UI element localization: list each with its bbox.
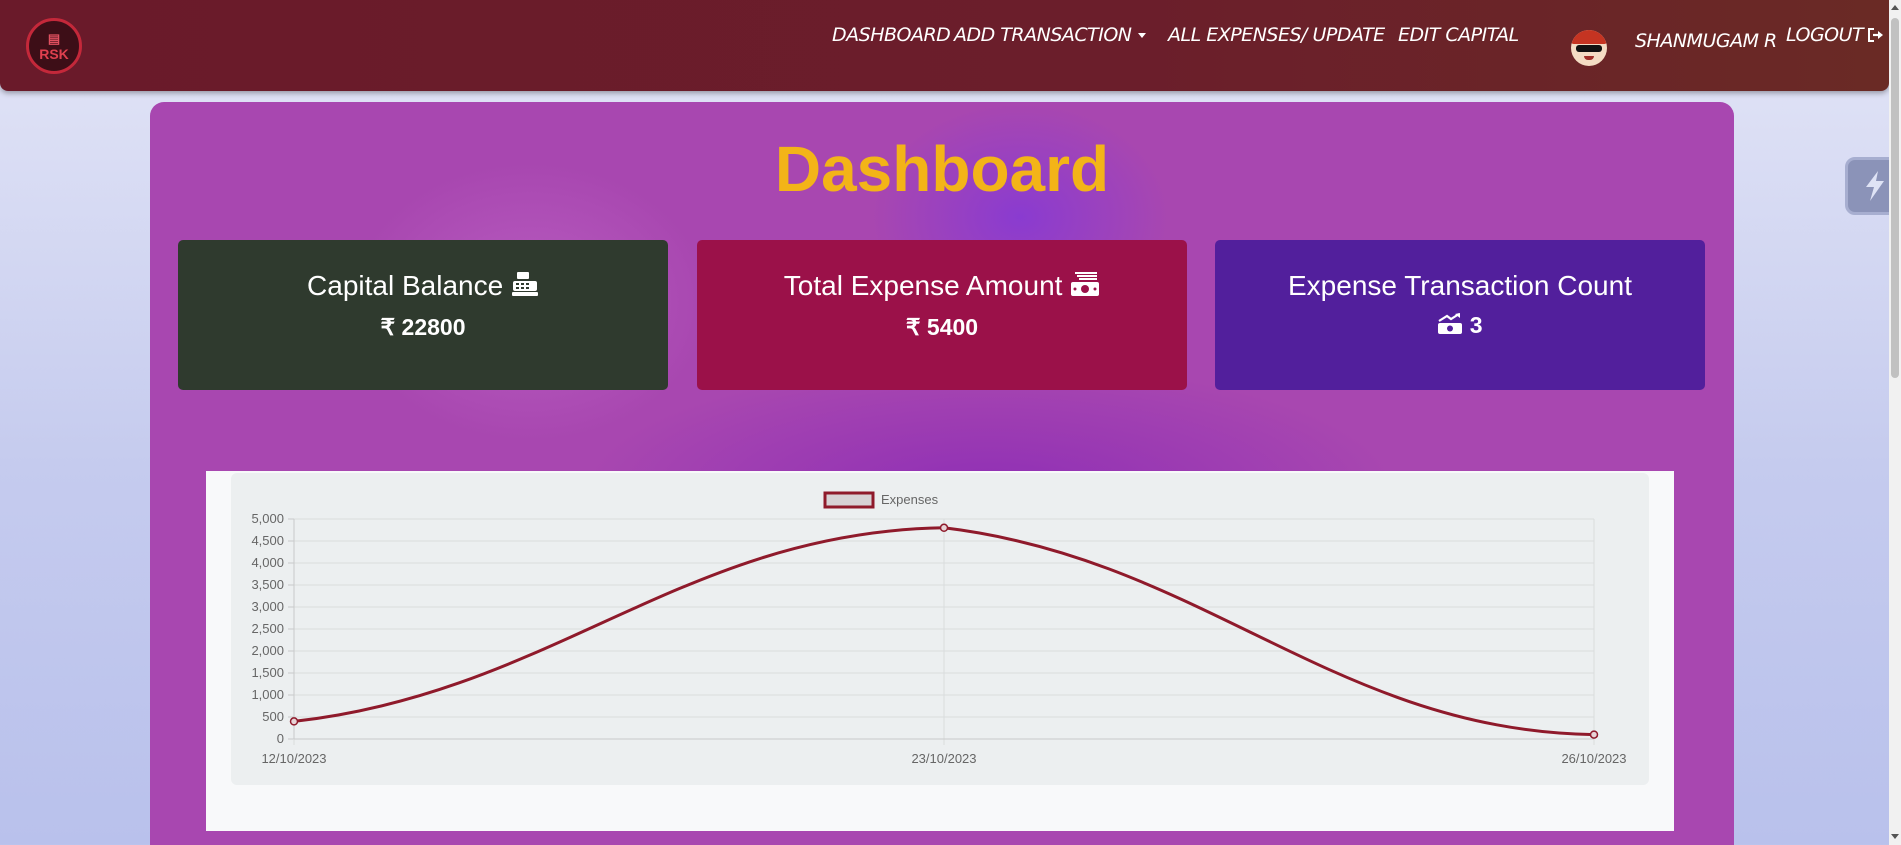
legend-label: Expenses [881,492,939,507]
nav-all-expenses[interactable]: All Expenses/ Update [1168,24,1385,46]
logout-label: Logout [1786,24,1864,46]
y-tick-label: 4,500 [251,533,284,548]
y-tick-label: 5,000 [251,511,284,526]
nav-add-transaction[interactable]: Add Transaction [954,24,1146,46]
scroll-down-arrow-icon[interactable] [1891,834,1899,839]
caret-down-icon [1137,33,1146,38]
total-expense-value: ₹ 5400 [905,314,979,341]
expenses-chart: 0 500 1,000 1,500 2,000 2,500 3,000 3,500 4,000 4… [231,473,1649,785]
total-expense-card: Total Expense Amount ₹ 5400 [697,240,1187,390]
transaction-count-value-row: 3 [1215,312,1705,341]
nav-dashboard[interactable]: Dashboard [832,24,951,46]
transaction-count-card: Expense Transaction Count 3 [1215,240,1705,390]
y-tick-label: 1,000 [251,687,284,702]
money-bill-icon [1070,271,1100,304]
transaction-count-title: Expense Transaction Count [1288,270,1632,301]
logout-icon [1867,24,1885,46]
y-tick-label: 2,000 [251,643,284,658]
data-point [939,523,949,533]
x-tick-label: 23/10/2023 [911,751,976,766]
capital-balance-title: Capital Balance [178,270,668,304]
page-title: Dashboard [774,133,1110,205]
data-point [289,717,299,726]
vertical-scrollbar[interactable] [1889,0,1901,845]
nav-add-transaction-label: Add Transaction [954,24,1132,46]
top-navbar: ▤ RSK Dashboard Add Transaction All Expe… [0,0,1889,91]
y-tick-label: 1,500 [251,665,284,680]
money-bill-trend-up-icon [1437,312,1463,341]
y-tick-label: 3,000 [251,599,284,614]
logo-text: RSK [39,45,69,62]
y-tick-label: 2,500 [251,621,284,636]
lightning-icon [1866,171,1884,201]
x-tick-label: 12/10/2023 [261,751,326,766]
y-tick-label: 3,500 [251,577,284,592]
total-expense-title: Total Expense Amount [697,270,1187,304]
y-tick-label: 0 [277,731,284,746]
scroll-up-arrow-icon[interactable] [1891,5,1899,10]
user-avatar[interactable] [1571,30,1607,66]
nav-edit-capital[interactable]: Edit Capital [1398,24,1519,46]
dashboard-panel: Dashboard Capital Balance ₹ 22800 Total … [150,102,1734,845]
scrollbar-thumb[interactable] [1891,18,1899,378]
y-tick-label: 500 [262,709,284,724]
logout-button[interactable]: Logout [1786,24,1885,46]
capital-balance-card: Capital Balance ₹ 22800 [178,240,668,390]
user-name[interactable]: Shanmugam R [1635,30,1777,52]
transaction-count-value: 3 [1469,312,1483,338]
y-tick-label: 4,000 [251,555,284,570]
legend-swatch [823,491,875,509]
capital-balance-value: ₹ 22800 [380,314,466,341]
x-tick-label: 26/10/2023 [1561,751,1626,766]
logo-emblem-icon: ▤ [47,30,61,46]
chart-panel: 0 500 1,000 1,500 2,000 2,500 3,000 3,500 4,000 4… [206,471,1674,831]
data-point [1589,730,1599,739]
brand-logo[interactable]: ▤ RSK [26,18,82,74]
expenses-line-chart: 0 500 1,000 1,500 2,000 2,500 3,000 3,500 4,000 4… [251,491,1627,766]
cash-register-icon [511,271,539,304]
